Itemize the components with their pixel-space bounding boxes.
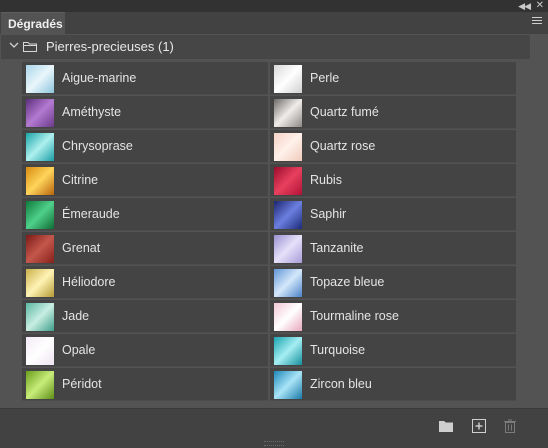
gradient-swatch <box>274 65 302 93</box>
gradient-swatch <box>274 235 302 263</box>
gradient-row: Aigue-marine Perle <box>22 62 516 96</box>
gradient-row: Améthyste Quartz fumé <box>22 96 516 130</box>
close-panel-icon[interactable]: ✕ <box>536 0 544 11</box>
gradient-label: Péridot <box>62 377 102 391</box>
gradient-label: Quartz fumé <box>310 105 379 119</box>
gradient-swatch <box>26 235 54 263</box>
gradient-label: Tourmaline rose <box>310 309 399 323</box>
gradient-list: Aigue-marine Perle Améthyste Quartz fumé Chr… <box>22 62 516 402</box>
gradient-swatch <box>274 269 302 297</box>
gradient-row: Héliodore Topaze bleue <box>22 266 516 300</box>
gradient-swatch <box>274 167 302 195</box>
gradient-label: Chrysoprase <box>62 139 133 153</box>
gradient-item[interactable]: Perle <box>270 62 516 95</box>
chevron-down-icon[interactable] <box>9 40 19 50</box>
gradient-label: Turquoise <box>310 343 366 357</box>
gradient-item[interactable]: Chrysoprase <box>22 130 268 163</box>
gradient-label: Rubis <box>310 173 342 187</box>
panel-top-strip: ◀◀ ✕ <box>0 0 548 12</box>
new-group-folder-icon[interactable] <box>439 419 453 433</box>
gradient-swatch <box>274 99 302 127</box>
gradient-item[interactable]: Grenat <box>22 232 268 265</box>
gradient-label: Quartz rose <box>310 139 376 153</box>
gradient-label: Topaze bleue <box>310 275 385 289</box>
gradient-row: Émeraude Saphir <box>22 198 516 232</box>
gradient-swatch <box>26 99 54 127</box>
gradient-swatch <box>26 65 54 93</box>
new-gradient-icon[interactable] <box>472 419 486 433</box>
gradient-swatch <box>274 371 302 399</box>
gradient-item[interactable]: Citrine <box>22 164 268 197</box>
gradient-item[interactable]: Opale <box>22 334 268 367</box>
resize-grip[interactable] <box>264 441 284 446</box>
gradient-item[interactable]: Quartz rose <box>270 130 516 163</box>
gradient-label: Héliodore <box>62 275 116 289</box>
gradient-label: Jade <box>62 309 90 323</box>
trash-icon[interactable] <box>503 419 517 433</box>
gradient-label: Aigue-marine <box>62 71 137 85</box>
gradient-label: Émeraude <box>62 207 120 221</box>
gradient-label: Opale <box>62 343 96 357</box>
gradient-item[interactable]: Jade <box>22 300 268 333</box>
gradient-swatch <box>26 371 54 399</box>
gradient-item[interactable]: Améthyste <box>22 96 268 129</box>
gradient-item[interactable]: Turquoise <box>270 334 516 367</box>
gradient-label: Zircon bleu <box>310 377 372 391</box>
gradient-row: Chrysoprase Quartz rose <box>22 130 516 164</box>
gradient-item[interactable]: Zircon bleu <box>270 368 516 401</box>
gradient-swatch <box>274 201 302 229</box>
gradient-swatch <box>26 201 54 229</box>
gradient-row: Grenat Tanzanite <box>22 232 516 266</box>
group-label: Pierres-precieuses (1) <box>46 39 174 54</box>
panel-footer <box>0 408 548 448</box>
panel-tab-bar: Dégradés <box>0 12 548 34</box>
scroll-area <box>530 35 548 408</box>
gradient-row: Opale Turquoise <box>22 334 516 368</box>
gradient-row: Citrine Rubis <box>22 164 516 198</box>
gradient-group-header[interactable]: Pierres-precieuses (1) <box>1 35 530 59</box>
gradient-item[interactable]: Émeraude <box>22 198 268 231</box>
gradient-item[interactable]: Saphir <box>270 198 516 231</box>
tab-title: Dégradés <box>8 17 63 31</box>
gradient-swatch <box>26 133 54 161</box>
gradient-item[interactable]: Tanzanite <box>270 232 516 265</box>
gradient-item[interactable]: Rubis <box>270 164 516 197</box>
gradient-item[interactable]: Héliodore <box>22 266 268 299</box>
gradient-swatch <box>26 167 54 195</box>
gradient-row: Péridot Zircon bleu <box>22 368 516 402</box>
gradient-label: Perle <box>310 71 340 85</box>
gradient-label: Tanzanite <box>310 241 364 255</box>
gradient-swatch <box>26 303 54 331</box>
collapse-panel-icon[interactable]: ◀◀ <box>518 1 531 11</box>
gradient-item[interactable]: Péridot <box>22 368 268 401</box>
gradient-swatch <box>26 269 54 297</box>
gradient-label: Citrine <box>62 173 99 187</box>
gradient-label: Améthyste <box>62 105 122 119</box>
gradient-label: Saphir <box>310 207 347 221</box>
gradient-row: Jade Tourmaline rose <box>22 300 516 334</box>
gradient-item[interactable]: Tourmaline rose <box>270 300 516 333</box>
gradient-swatch <box>274 303 302 331</box>
tab-degrades[interactable]: Dégradés <box>1 12 65 34</box>
gradient-item[interactable]: Topaze bleue <box>270 266 516 299</box>
gradient-label: Grenat <box>62 241 101 255</box>
panel-menu-icon[interactable] <box>532 17 542 26</box>
gradient-swatch <box>274 337 302 365</box>
gradient-swatch <box>274 133 302 161</box>
gradient-item[interactable]: Quartz fumé <box>270 96 516 129</box>
folder-icon <box>23 42 37 52</box>
gradient-item[interactable]: Aigue-marine <box>22 62 268 95</box>
gradient-swatch <box>26 337 54 365</box>
